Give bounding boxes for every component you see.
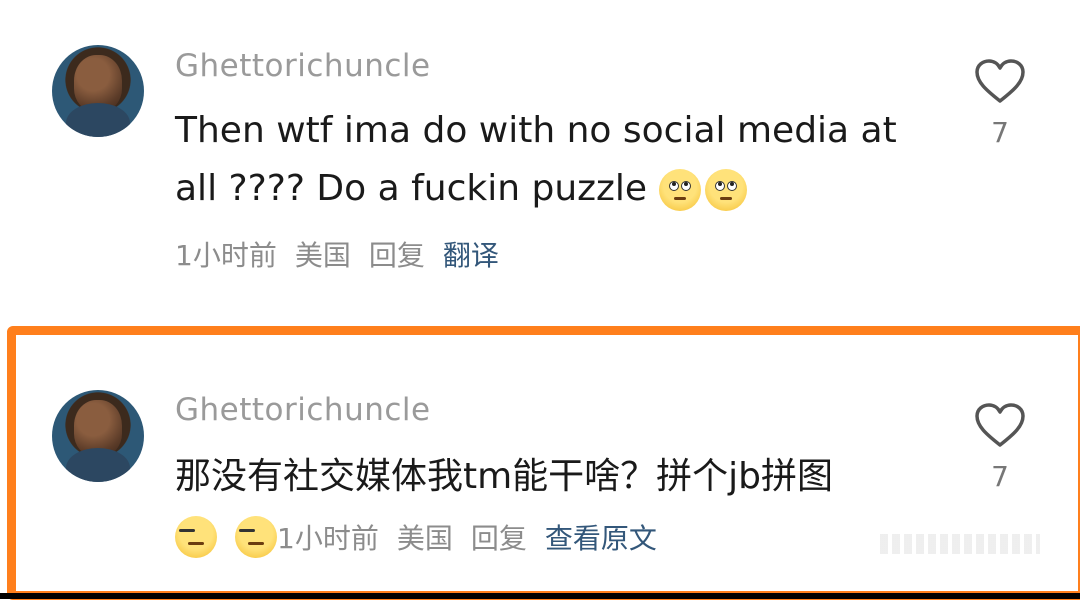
comment-meta: 1小时前 美国 回复 翻译: [175, 234, 517, 274]
comment-text: 那没有社交媒体我tm能干啥？拼个jb拼图: [175, 456, 834, 497]
comment-text-line: all ???? Do a fuckin puzzle: [175, 168, 648, 209]
comment-text-line-2: all ???? Do a fuckin puzzle: [175, 160, 935, 218]
view-original-button[interactable]: 查看原文: [545, 517, 657, 557]
bottom-edge: [0, 593, 1080, 599]
watermark: [880, 534, 1040, 554]
avatar[interactable]: [52, 45, 144, 137]
reply-button[interactable]: 回复: [369, 234, 425, 274]
expressionless-emoji: [235, 516, 277, 558]
like-count: 7: [991, 460, 1009, 493]
like-button[interactable]: 7: [974, 58, 1026, 149]
like-count: 7: [991, 116, 1009, 149]
like-button[interactable]: 7: [974, 402, 1026, 493]
comment-time: 1小时前: [277, 522, 379, 555]
comment-location: 美国: [396, 522, 453, 555]
heart-outline-icon[interactable]: [974, 58, 1026, 104]
eye-roll-emoji: [704, 169, 747, 211]
comment-username[interactable]: Ghettorichuncle: [175, 392, 431, 428]
comment-username[interactable]: Ghettorichuncle: [175, 48, 431, 84]
expressionless-emoji: [175, 516, 217, 558]
eye-roll-emoji: [658, 169, 701, 211]
reply-button[interactable]: 回复: [471, 517, 527, 557]
comment-meta: 1小时前 美国 回复 查看原文: [175, 516, 675, 558]
translate-button[interactable]: 翻译: [443, 234, 499, 274]
avatar[interactable]: [52, 390, 144, 482]
comment-text-line: Then wtf ima do with no social media at: [175, 110, 897, 151]
heart-outline-icon[interactable]: [974, 402, 1026, 448]
comment-item: Ghettorichuncle Then wtf ima do with no …: [0, 0, 1080, 300]
comment-time: 1小时前: [175, 239, 277, 272]
comment-text: Then wtf ima do with no social media at …: [175, 102, 935, 218]
comment-location: 美国: [294, 239, 351, 272]
